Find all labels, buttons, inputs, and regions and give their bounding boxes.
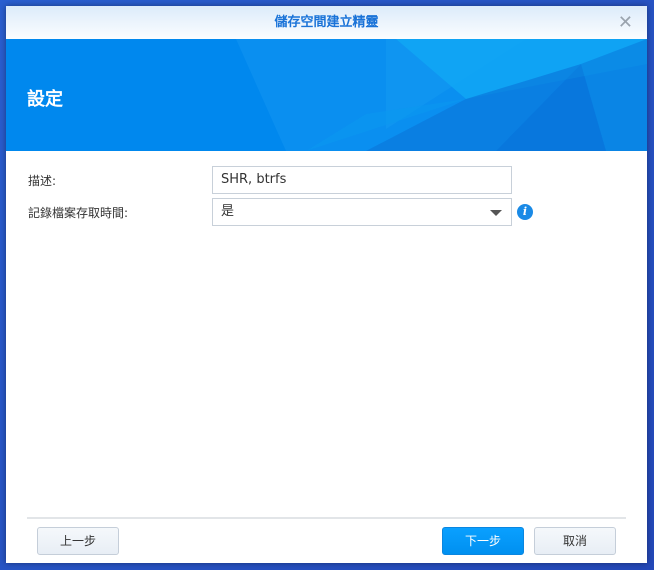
title-bar: 儲存空間建立精靈 ✕: [6, 6, 647, 39]
window-title: 儲存空間建立精靈: [274, 15, 379, 30]
page-heading: 設定: [27, 89, 63, 110]
chevron-down-icon[interactable]: [490, 210, 502, 216]
access-time-select[interactable]: 是: [212, 198, 512, 226]
description-input[interactable]: SHR, btrfs: [212, 166, 512, 194]
access-time-row: 記錄檔案存取時間: 是 i: [28, 198, 533, 226]
back-button[interactable]: 上一步: [37, 527, 119, 555]
wizard-window: 儲存空間建立精靈 ✕ 設定 描述: SHR, btrfs 記錄檔案存取時間: 是…: [6, 6, 647, 563]
cancel-button[interactable]: 取消: [534, 527, 616, 555]
description-row: 描述: SHR, btrfs: [28, 166, 512, 194]
footer-divider: [27, 517, 626, 519]
description-label: 描述:: [28, 173, 57, 188]
next-button[interactable]: 下一步: [442, 527, 524, 555]
banner-background: [236, 39, 647, 151]
access-time-label: 記錄檔案存取時間:: [28, 205, 129, 220]
info-icon[interactable]: i: [517, 204, 533, 220]
access-time-value: 是: [221, 204, 235, 219]
close-icon[interactable]: ✕: [618, 6, 633, 39]
banner: 設定: [6, 39, 647, 151]
